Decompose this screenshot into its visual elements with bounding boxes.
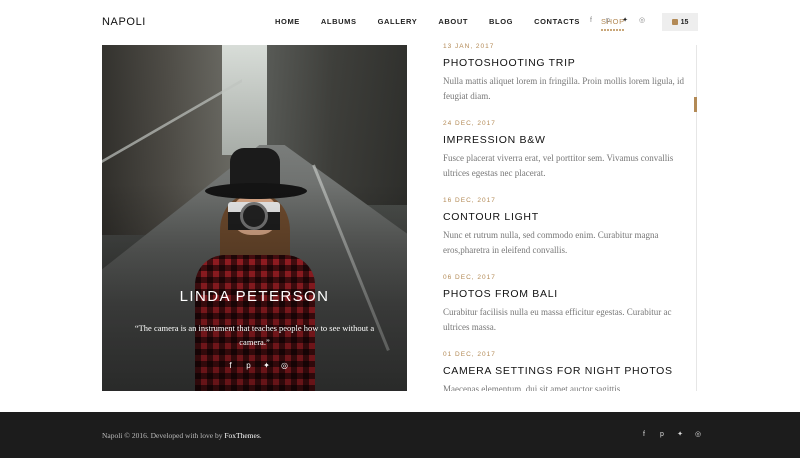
post-title[interactable]: PHOTOSHOOTING TRIP <box>443 57 693 69</box>
posts-list: 13 JAN, 2017 PHOTOSHOOTING TRIP Nulla ma… <box>443 38 693 391</box>
facebook-icon[interactable]: f <box>587 17 595 25</box>
dribbble-icon[interactable]: ◎ <box>280 361 289 370</box>
post-excerpt: Curabitur facilisis nulla eu massa effic… <box>443 307 672 332</box>
footer-author-link[interactable]: FoxThemes <box>224 431 259 440</box>
nav-albums[interactable]: ALBUMS <box>321 17 357 26</box>
facebook-icon[interactable]: f <box>226 361 235 370</box>
footer-copyright-suffix: . <box>259 431 262 440</box>
list-item: 16 DEC, 2017 CONTOUR LIGHT Nunc et rutru… <box>443 197 693 258</box>
pinterest-icon[interactable]: p <box>244 361 253 370</box>
twitter-icon[interactable]: ✦ <box>262 361 271 370</box>
list-item: 24 DEC, 2017 IMPRESSION B&W Fusce placer… <box>443 120 693 181</box>
nav-gallery[interactable]: GALLERY <box>378 17 418 26</box>
post-date: 24 DEC, 2017 <box>443 120 496 127</box>
nav-contacts[interactable]: CONTACTS <box>534 17 580 26</box>
post-excerpt: Nunc et rutrum nulla, sed commodo enim. … <box>443 230 659 255</box>
pinterest-icon[interactable]: p <box>658 431 666 439</box>
cart-button[interactable]: 15 <box>662 13 698 31</box>
nav-about[interactable]: ABOUT <box>438 17 468 26</box>
nav-home[interactable]: HOME <box>275 17 300 26</box>
profile-photo: LINDA PETERSON “The camera is an instrum… <box>102 45 407 391</box>
nav-blog[interactable]: BLOG <box>489 17 513 26</box>
site-logo[interactable]: NAPOLI <box>102 16 146 28</box>
post-excerpt: Fusce placerat viverra erat, vel porttit… <box>443 153 674 178</box>
post-title[interactable]: PHOTOS FROM BALI <box>443 288 693 300</box>
post-title[interactable]: CAMERA SETTINGS FOR NIGHT PHOTOS <box>443 365 693 377</box>
post-excerpt: Nulla mattis aliquet lorem in fringilla.… <box>443 76 684 101</box>
header-social: f p ✦ ◎ <box>587 17 646 25</box>
footer-copyright: Napoli © 2016. Developed with love by Fo… <box>102 431 262 440</box>
shopping-bag-icon <box>671 19 678 25</box>
twitter-icon[interactable]: ✦ <box>621 17 629 25</box>
footer-copyright-text: Napoli © 2016. Developed with love by <box>102 431 225 440</box>
site-footer: Napoli © 2016. Developed with love by Fo… <box>0 412 800 458</box>
list-item: 13 JAN, 2017 PHOTOSHOOTING TRIP Nulla ma… <box>443 43 693 104</box>
post-title[interactable]: CONTOUR LIGHT <box>443 211 693 223</box>
post-excerpt: Maecenas elementum, dui sit amet auctor … <box>443 384 621 391</box>
post-date: 06 DEC, 2017 <box>443 274 496 281</box>
post-date: 16 DEC, 2017 <box>443 197 496 204</box>
list-item: 01 DEC, 2017 CAMERA SETTINGS FOR NIGHT P… <box>443 351 693 391</box>
cart-count: 15 <box>680 18 689 26</box>
post-title[interactable]: IMPRESSION B&W <box>443 134 693 146</box>
profile-name: LINDA PETERSON <box>179 288 330 305</box>
post-date: 01 DEC, 2017 <box>443 351 496 358</box>
twitter-icon[interactable]: ✦ <box>676 431 684 439</box>
post-date: 13 JAN, 2017 <box>443 43 495 50</box>
dribbble-icon[interactable]: ◎ <box>638 17 646 25</box>
pinterest-icon[interactable]: p <box>604 17 612 25</box>
footer-social: f p ✦ ◎ <box>640 431 702 439</box>
facebook-icon[interactable]: f <box>640 431 648 439</box>
posts-scrollbar-thumb[interactable] <box>694 97 697 112</box>
dribbble-icon[interactable]: ◎ <box>694 431 702 439</box>
profile-quote: “The camera is an instrument that teache… <box>134 323 375 347</box>
list-item: 06 DEC, 2017 PHOTOS FROM BALI Curabitur … <box>443 274 693 335</box>
profile-social: f p ✦ ◎ <box>226 361 289 370</box>
